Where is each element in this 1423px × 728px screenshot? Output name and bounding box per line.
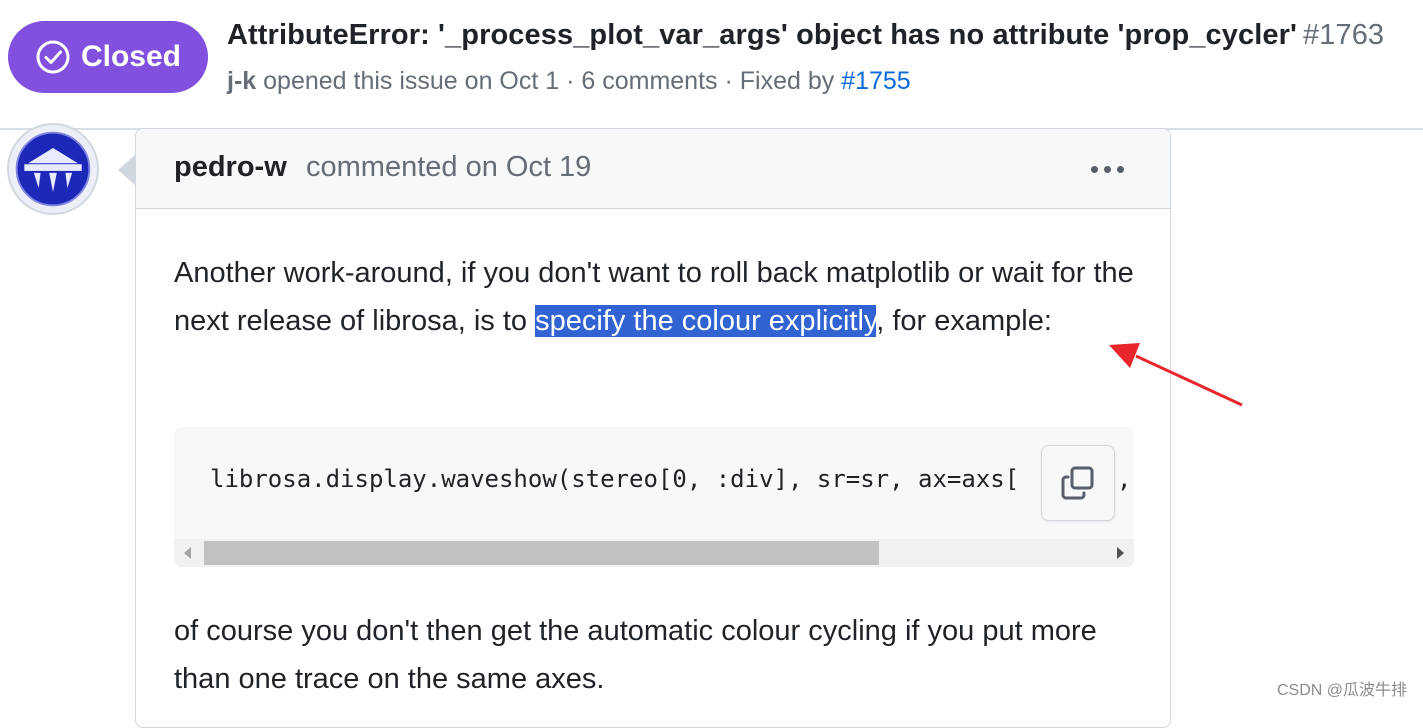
copy-icon (1061, 466, 1094, 500)
comment-body-continued: of course you don't then get the automat… (174, 607, 1134, 703)
comment-box: pedro-w commented on Oct 19 Another work… (135, 128, 1171, 728)
selected-text: specify the colour explicitly (535, 305, 877, 337)
kebab-dot-icon (1116, 165, 1124, 173)
comment-timestamp[interactable]: commented on Oct 19 (306, 151, 591, 184)
issue-number: #1763 (1303, 19, 1385, 51)
comment-options-button[interactable] (1086, 149, 1128, 189)
code-horizontal-scrollbar[interactable] (174, 539, 1134, 567)
avatar[interactable] (7, 123, 99, 215)
code-block: librosa.display.waveshow(stereo[0, :div]… (174, 427, 1134, 567)
kebab-dot-icon (1090, 165, 1098, 173)
issue-meta: j-k opened this issue on Oct 1 · 6 comme… (227, 67, 911, 96)
paragraph-text: , for example: (876, 305, 1052, 337)
code-trailing: , (1117, 465, 1132, 493)
issue-author-link[interactable]: j-k (227, 67, 256, 95)
comment-paragraph: Another work-around, if you don't want t… (174, 249, 1134, 345)
fixed-by-link[interactable]: #1755 (841, 67, 911, 95)
scroll-right-icon[interactable] (1117, 547, 1124, 559)
watermark: CSDN @瓜波牛排 (1276, 682, 1407, 699)
comment-author-link[interactable]: pedro-w (174, 151, 287, 184)
check-circle-icon (36, 40, 70, 74)
issue-state-label: Closed (80, 40, 182, 73)
scroll-thumb[interactable] (204, 541, 879, 565)
issue-title-text: AttributeError: '_process_plot_var_args'… (227, 19, 1298, 51)
comment-paragraph: of course you don't then get the automat… (174, 615, 1097, 695)
issue-title: AttributeError: '_process_plot_var_args'… (227, 19, 1384, 52)
copy-button[interactable] (1041, 445, 1115, 521)
issue-opened-text: opened this issue on Oct 1 · 6 comments … (256, 67, 842, 95)
comment-header: pedro-w commented on Oct 19 (136, 129, 1170, 209)
issue-state-badge: Closed (8, 21, 208, 93)
kebab-dot-icon (1103, 165, 1111, 173)
avatar-image (9, 125, 97, 213)
comment-pointer (118, 154, 136, 186)
comment-body: Another work-around, if you don't want t… (174, 249, 1134, 345)
code-line: librosa.display.waveshow(stereo[0, :div]… (210, 465, 1020, 493)
scroll-left-icon[interactable] (184, 547, 191, 559)
